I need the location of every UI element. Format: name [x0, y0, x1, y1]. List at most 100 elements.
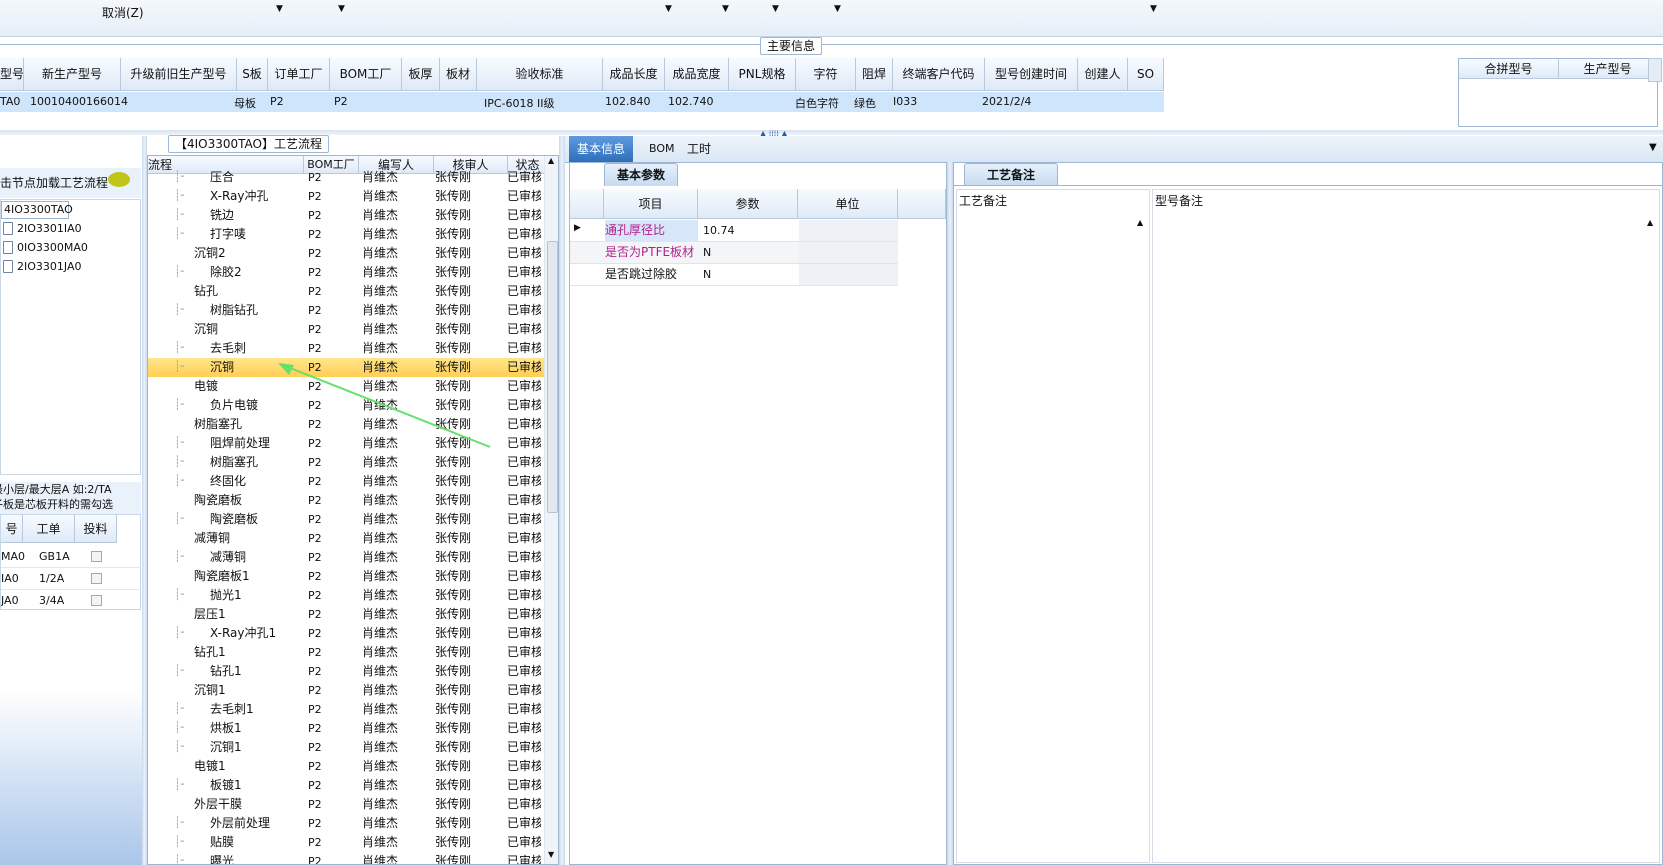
col-header[interactable]: 订单工厂 — [268, 58, 330, 91]
process-row[interactable]: −层压1P2肖维杰张传刚已审核 — [148, 605, 552, 624]
process-row[interactable]: ┊╴ 去毛刺1 P2 肖维杰 张传刚 已审核 — [148, 700, 552, 719]
process-row[interactable]: ┊╴ 树脂塞孔 P2 肖维杰 张传刚 已审核 — [148, 453, 552, 472]
process-row[interactable]: ┊╴ X-Ray冲孔1 P2 肖维杰 张传刚 已审核 — [148, 624, 552, 643]
col-header[interactable]: 参数 — [698, 189, 798, 219]
table-row[interactable]: 是否为PTFE板材 N — [570, 242, 898, 264]
process-row[interactable]: ┊╴ 贴膜 P2 肖维杰 张传刚 已审核 — [148, 833, 552, 852]
col-header[interactable]: 号 — [1, 515, 23, 543]
col-header[interactable]: 终端客户代码 — [893, 58, 985, 91]
col-header[interactable]: 验收标准 — [477, 58, 603, 91]
process-row[interactable]: −陶瓷磨板P2肖维杰张传刚已审核 — [148, 491, 552, 510]
col-header[interactable]: 阻焊 — [856, 58, 893, 91]
process-row[interactable]: −电镀1P2肖维杰张传刚已审核 — [148, 757, 552, 776]
col-header[interactable]: 成品宽度 — [665, 58, 729, 91]
chevron-down-icon[interactable]: ▼ — [665, 4, 672, 14]
process-row[interactable]: −减薄铜P2肖维杰张传刚已审核 — [148, 529, 552, 548]
col-header[interactable]: 工单 — [23, 515, 75, 543]
col-header[interactable]: 合拼型号 — [1459, 59, 1559, 79]
process-row[interactable]: ┊╴ 陶瓷磨板 P2 肖维杰 张传刚 已审核 — [148, 510, 552, 529]
chevron-down-icon[interactable]: ▼ — [1649, 142, 1657, 153]
cancel-button[interactable]: 取消(Z) — [102, 4, 144, 21]
process-row[interactable]: −沉铜1P2肖维杰张传刚已审核 — [148, 681, 552, 700]
col-header[interactable]: 成品长度 — [603, 58, 665, 91]
chevron-down-icon[interactable]: ▼ — [338, 4, 345, 14]
process-remarks-box[interactable]: 工艺备注 ▲ — [956, 189, 1150, 863]
table-row[interactable]: ▶ 通孔厚径比 10.74 — [570, 220, 898, 242]
chevron-down-icon[interactable]: ▼ — [772, 4, 779, 14]
process-row[interactable]: ┊╴ 烘板1 P2 肖维杰 张传刚 已审核 — [148, 719, 552, 738]
tab-work-hours[interactable]: 工时 — [679, 136, 719, 162]
scrollbar[interactable]: ▲ ▼ — [544, 156, 558, 864]
col-header[interactable]: 升级前旧生产型号 — [121, 58, 237, 91]
table-row[interactable]: MA0 GB1A — [1, 547, 141, 568]
process-row[interactable]: −沉铜P2肖维杰张传刚已审核 — [148, 320, 552, 339]
process-row[interactable]: ┊╴ 外层前处理 P2 肖维杰 张传刚 已审核 — [148, 814, 552, 833]
speech-bubble-icon[interactable] — [108, 172, 130, 187]
col-header[interactable]: 型号 — [0, 58, 24, 91]
chevron-down-icon[interactable]: ▼ — [1150, 4, 1157, 14]
col-header[interactable]: 新生产型号 — [24, 58, 121, 91]
process-row[interactable]: −钻孔P2肖维杰张传刚已审核 — [148, 282, 552, 301]
cell[interactable] — [799, 242, 898, 263]
col-header[interactable]: S板 — [237, 58, 268, 91]
tab-basic-params[interactable]: 基本参数 — [604, 163, 679, 186]
col-header[interactable]: 单位 — [798, 189, 898, 219]
chevron-down-icon[interactable]: ▼ — [276, 4, 283, 14]
process-row[interactable]: ┊╴ 除胶2 P2 肖维杰 张传刚 已审核 — [148, 263, 552, 282]
col-header[interactable]: 板厚 — [402, 58, 440, 91]
scroll-down-arrow-icon[interactable]: ▼ — [548, 850, 554, 859]
table-row[interactable]: 是否跳过除胶 N — [570, 264, 898, 286]
checkbox[interactable] — [91, 595, 102, 606]
col-header[interactable]: 项目 — [604, 189, 698, 219]
table-row[interactable]: IA0 1/2A — [1, 569, 141, 590]
col-header[interactable]: SO — [1128, 58, 1164, 91]
tab-basic-info[interactable]: 基本信息 — [569, 136, 634, 162]
process-row[interactable]: −陶瓷磨板1P2肖维杰张传刚已审核 — [148, 567, 552, 586]
col-header[interactable]: 板材 — [440, 58, 477, 91]
process-row[interactable]: ┊╴ 终固化 P2 肖维杰 张传刚 已审核 — [148, 472, 552, 491]
process-row[interactable]: ┊╴ 铣边 P2 肖维杰 张传刚 已审核 — [148, 206, 552, 225]
cell[interactable] — [799, 264, 898, 285]
col-header[interactable]: PNL规格 — [729, 58, 796, 91]
scroll-up-arrow-icon[interactable]: ▲ — [1647, 218, 1653, 227]
chevron-down-icon[interactable]: ▼ — [834, 4, 841, 14]
process-row[interactable]: ┊╴ X-Ray冲孔 P2 肖维杰 张传刚 已审核 — [148, 187, 552, 206]
model-remarks-box[interactable]: 型号备注 ▲ — [1152, 189, 1660, 863]
col-header[interactable]: 字符 — [796, 58, 856, 91]
process-row[interactable]: ┊╴ 打字唛 P2 肖维杰 张传刚 已审核 — [148, 225, 552, 244]
process-row[interactable]: −钻孔1P2肖维杰张传刚已审核 — [148, 643, 552, 662]
process-row[interactable]: ┊╴ 沉铜1 P2 肖维杰 张传刚 已审核 — [148, 738, 552, 757]
cell[interactable] — [799, 220, 898, 241]
checkbox[interactable] — [91, 573, 102, 584]
tree-node[interactable]: 4IO3300TAO — [1, 201, 73, 219]
cell[interactable]: N — [703, 246, 711, 259]
scroll-up-arrow-icon[interactable]: ▲ — [548, 156, 554, 165]
process-row[interactable]: ┊╴ 钻孔1 P2 肖维杰 张传刚 已审核 — [148, 662, 552, 681]
vertical-splitter[interactable] — [559, 136, 565, 865]
process-row[interactable]: ┊╴ 压合 P2 肖维杰 张传刚 已审核 — [148, 168, 552, 187]
process-row[interactable]: −沉铜2P2肖维杰张传刚已审核 — [148, 244, 552, 263]
chevron-down-icon[interactable]: ▼ — [722, 4, 729, 14]
process-row[interactable]: −外层干膜P2肖维杰张传刚已审核 — [148, 795, 552, 814]
main-info-row[interactable]: TA0 10010400166014 母板 P2 P2 IPC-6018 II级… — [0, 92, 1164, 112]
scroll-thumb[interactable] — [547, 241, 558, 513]
col-header[interactable]: 投料 — [75, 515, 117, 543]
process-row[interactable]: ┊╴ 抛光1 P2 肖维杰 张传刚 已审核 — [148, 586, 552, 605]
tab-bom[interactable]: BOM — [641, 136, 683, 162]
process-row[interactable]: ┊╴ 曝光 P2 肖维杰 张传刚 已审核 — [148, 852, 552, 864]
table-row[interactable]: JA0 3/4A — [1, 591, 141, 611]
process-row[interactable]: ┊╴ 板镀1 P2 肖维杰 张传刚 已审核 — [148, 776, 552, 795]
cell[interactable]: 10.74 — [703, 224, 735, 237]
scrollbar[interactable] — [1648, 58, 1662, 82]
cell[interactable]: N — [703, 268, 711, 281]
col-header[interactable]: 生产型号 — [1559, 59, 1657, 79]
col-header[interactable]: 创建人 — [1078, 58, 1128, 91]
col-header[interactable]: 型号创建时间 — [985, 58, 1078, 91]
process-row[interactable]: ┊╴ 树脂钻孔 P2 肖维杰 张传刚 已审核 — [148, 301, 552, 320]
checkbox[interactable] — [91, 551, 102, 562]
scroll-up-arrow-icon[interactable]: ▲ — [1137, 218, 1143, 227]
tab-process-remarks[interactable]: 工艺备注 — [964, 163, 1059, 186]
col-header[interactable]: BOM工厂 — [330, 58, 402, 91]
process-row[interactable]: ┊╴ 减薄铜 P2 肖维杰 张传刚 已审核 — [148, 548, 552, 567]
grid-corner[interactable] — [570, 189, 604, 219]
